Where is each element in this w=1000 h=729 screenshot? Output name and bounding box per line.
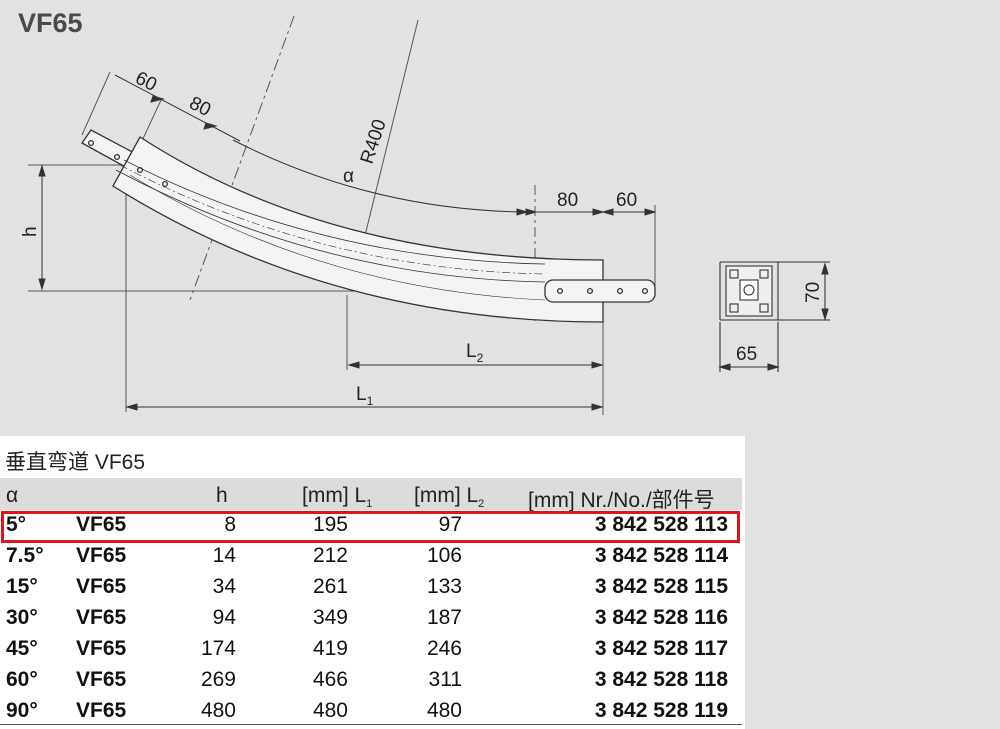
dim-alpha: α <box>343 166 354 187</box>
table-row: 90° VF65 480 480 480 3 842 528 119 <box>6 699 728 722</box>
dim-l2: L2 <box>466 341 484 365</box>
dim-l1: L1 <box>356 384 374 408</box>
construction-lines <box>28 15 656 415</box>
row-highlight-box <box>1 511 740 543</box>
curve-drawing: 60 80 R400 α h 80 60 L2 L1 70 65 <box>20 15 830 415</box>
background-panel <box>745 436 1000 729</box>
header-l2: [mm] L2 <box>414 484 485 511</box>
table-row: 45° VF65 174 419 246 3 842 528 117 <box>6 637 728 660</box>
header-l1: [mm] L1 <box>302 484 373 511</box>
dim-80-right: 80 <box>557 190 578 211</box>
dim-60-top: 60 <box>132 68 160 96</box>
table-bottom-rule <box>0 724 742 725</box>
table-row: 7.5° VF65 14 212 106 3 842 528 114 <box>6 544 728 567</box>
dim-80-top: 80 <box>186 93 214 121</box>
dimension-texts: 60 80 R400 α h 80 60 L2 L1 70 65 <box>20 68 824 408</box>
table-row: 15° VF65 34 261 133 3 842 528 115 <box>6 575 728 598</box>
table-caption: 垂直弯道 VF65 <box>5 451 146 474</box>
technical-drawing-panel: 60 80 R400 α h 80 60 L2 L1 70 65 VF65 <box>0 0 1000 436</box>
dim-70: 70 <box>803 282 824 303</box>
table-row: 60° VF65 269 466 311 3 842 528 118 <box>6 668 728 691</box>
dim-60-right: 60 <box>616 190 637 211</box>
dim-radius: R400 <box>357 117 391 167</box>
header-h: h <box>216 484 228 507</box>
dim-65: 65 <box>736 344 757 365</box>
header-alpha: α <box>6 484 19 507</box>
header-part-number: [mm] Nr./No./部件号 <box>528 489 715 512</box>
table-row: 30° VF65 94 349 187 3 842 528 116 <box>6 606 728 629</box>
model-title: VF65 <box>18 8 83 38</box>
dim-h: h <box>20 226 41 237</box>
